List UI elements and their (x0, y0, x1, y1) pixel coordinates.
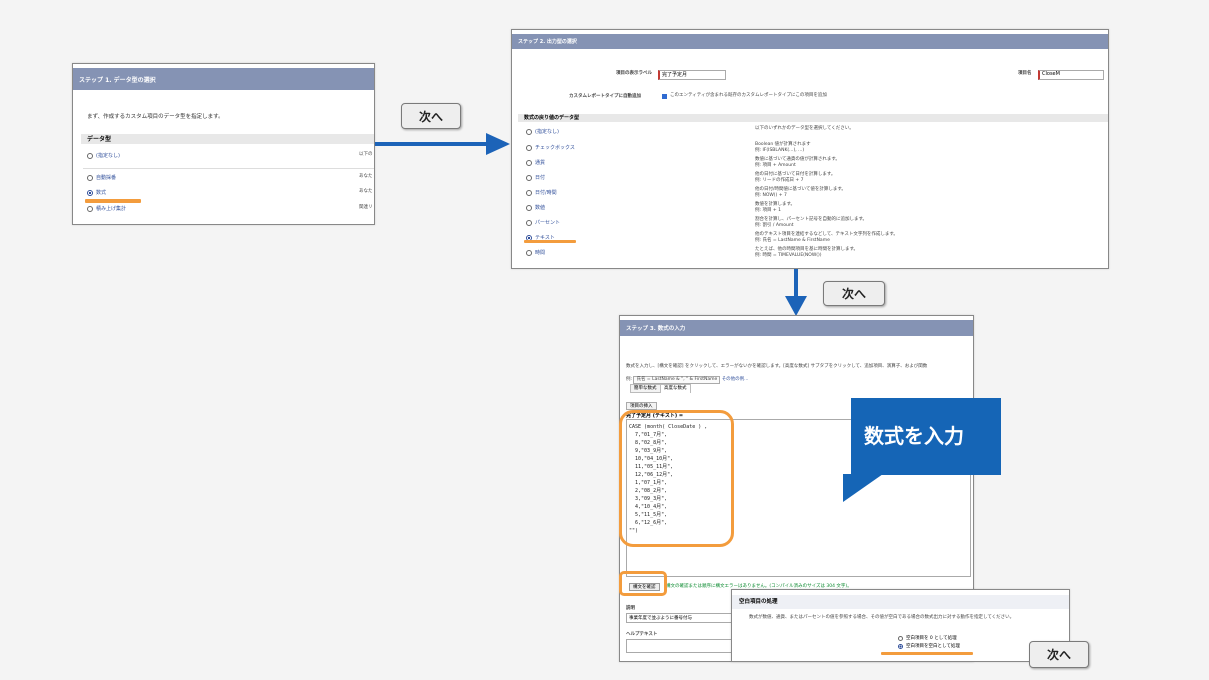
return-type-option[interactable]: 日付/時間 (526, 189, 557, 196)
return-type-option[interactable]: 時間 (526, 249, 545, 256)
blank-option-highlight (881, 652, 973, 655)
return-type-option[interactable]: (指定なし) (526, 128, 559, 135)
step1-section: データ型 (81, 134, 374, 144)
option-label: 自動採番 (96, 175, 117, 181)
radio-selected-icon (898, 643, 903, 649)
option-label: 数式 (96, 190, 107, 196)
return-type-option[interactable]: 数値 (526, 204, 545, 211)
check-syntax-highlight-box (619, 571, 667, 596)
return-type-label: チェックボックス (535, 145, 575, 151)
help-input[interactable] (626, 639, 746, 653)
return-type-label: 日付/時間 (535, 190, 557, 196)
return-type-option[interactable]: 日付 (526, 174, 545, 181)
return-type-example: 例: リードの作成日 + 7 (755, 178, 804, 183)
return-type-option[interactable]: チェックボックス (526, 144, 575, 151)
blank-option-zero[interactable]: 空白項目を 0 として処理 (898, 635, 957, 641)
return-type-desc: 以下のいずれかのデータ型を選択してください。 (755, 126, 854, 131)
return-type-label: 数値 (535, 205, 546, 211)
arrow-right (375, 142, 487, 146)
step1-option-rollup[interactable]: 積み上げ集計 (87, 205, 126, 212)
radio-icon (526, 219, 532, 226)
add-to-report-checkbox[interactable] (662, 94, 667, 99)
radio-icon (87, 152, 93, 159)
label-caption: 項目の表示ラベル (616, 71, 652, 76)
callout-box: 数式を入力 (851, 398, 1001, 475)
option-label: 積み上げ集計 (96, 206, 127, 212)
option-label: 空白項目を 0 として処理 (906, 636, 957, 641)
name-caption: 項目名 (1018, 71, 1032, 76)
step1-option-formula[interactable]: 数式 (87, 189, 106, 196)
step2-section: 数式の戻り値のデータ型 (518, 114, 1108, 122)
option-desc: あなた (359, 189, 373, 194)
label-input[interactable]: 完了予定月 (658, 70, 726, 80)
example-code: 氏名 = LastName & ", " & FirstName (633, 376, 721, 384)
example-prefix: 例: (626, 377, 633, 382)
text-highlight (524, 240, 576, 243)
step1-option-autonumber[interactable]: 自動採番 (87, 174, 116, 181)
return-type-example: 例: 割引 / Amount (755, 223, 794, 228)
arrow-head-icon (785, 296, 807, 316)
return-type-label: 時間 (535, 250, 546, 256)
radio-icon (526, 144, 532, 151)
radio-icon (87, 205, 93, 212)
return-type-option[interactable]: パーセント (526, 219, 560, 226)
radio-icon (526, 249, 532, 256)
option-desc: 以下の (359, 152, 373, 157)
radio-icon (526, 174, 532, 181)
return-type-label: パーセント (535, 220, 561, 226)
checkbox-caption: カスタムレポートタイプに自動追加 (569, 94, 641, 99)
description-label: 説明 (626, 606, 635, 611)
checkbox-text: このエンティティが含まれる既存のカスタムレポートタイプにこの項目を追加 (670, 93, 827, 98)
callout-text: 数式を入力 (864, 424, 964, 448)
radio-icon (898, 635, 903, 641)
help-label: ヘルプテキスト (626, 632, 658, 637)
step2-title: ステップ 2. 出力型の選択 (512, 34, 1108, 49)
option-label: (指定なし) (96, 153, 120, 159)
return-type-label: 日付 (535, 175, 546, 181)
insert-field-button[interactable]: 項目の挿入 (626, 402, 657, 410)
option-desc: 関連リ (359, 205, 373, 210)
next-button[interactable]: 次へ (1029, 641, 1089, 668)
tab-simple[interactable]: 簡単な数式 (630, 384, 661, 393)
step1-option-none[interactable]: (指定なし) (87, 152, 120, 159)
radio-icon (526, 189, 532, 196)
step1-title: ステップ 1. データ型の選択 (73, 68, 374, 90)
return-type-example: 例: 時間 = TIMEVALUE(NOW()) (755, 253, 822, 258)
step3-title: ステップ 3. 数式の入力 (620, 320, 973, 336)
blank-option-blank[interactable]: 空白項目を空白として処理 (898, 643, 960, 649)
step2-panel: ステップ 2. 出力型の選択 項目の表示ラベル 完了予定月 項目名 CloseM… (511, 29, 1109, 269)
return-type-example: 例: 氏名 = LastName & FirstName (755, 238, 830, 243)
step1-instruction: まず、作成するカスタム項目のデータ型を指定します。 (87, 114, 224, 120)
return-type-example: 例: 項目 + Amount (755, 163, 796, 168)
return-type-example: 例: NOW() + 7 (755, 193, 787, 198)
step3-intro: 数式を入力し、[構文を確認] をクリックして、エラーがないかを確認します。[高度… (626, 364, 928, 369)
arrow-head-icon (486, 133, 510, 155)
radio-selected-icon (87, 189, 93, 196)
formula-highlight (85, 199, 141, 203)
radio-icon (526, 159, 532, 166)
return-type-label: (指定なし) (535, 129, 559, 135)
next-button[interactable]: 次へ (401, 103, 461, 129)
blank-title: 空白項目の処理 (732, 595, 1069, 609)
radio-icon (87, 174, 93, 181)
option-desc: あなた (359, 174, 373, 179)
return-type-example: 例: IF(ISBLANK(...), ...) (755, 148, 805, 153)
radio-icon (526, 204, 532, 211)
return-type-label: 通貨 (535, 160, 546, 166)
next-button[interactable]: 次へ (823, 281, 885, 306)
step1-panel: ステップ 1. データ型の選択 まず、作成するカスタム項目のデータ型を指定します… (72, 63, 375, 225)
option-label: 空白項目を空白として処理 (906, 644, 960, 649)
example-row: 例: 氏名 = LastName & ", " & FirstName その他の… (626, 376, 748, 384)
tab-advanced[interactable]: 高度な数式 (660, 384, 691, 393)
formula-highlight-box (619, 410, 734, 547)
return-type-example: 例: 項目 + 1 (755, 208, 781, 213)
callout-pointer (843, 474, 883, 502)
return-type-option[interactable]: 通貨 (526, 159, 545, 166)
more-examples-link[interactable]: その他の例... (722, 377, 749, 382)
arrow-down (794, 269, 798, 297)
name-input[interactable]: CloseM (1038, 70, 1104, 80)
radio-icon (526, 128, 532, 135)
description-input[interactable]: 事業年度で並ぶように番号付与 (626, 613, 746, 623)
blank-text: 数式が数値、通貨、またはパーセントの値を参照する場合、その値が空白である場合の数… (749, 615, 1015, 620)
